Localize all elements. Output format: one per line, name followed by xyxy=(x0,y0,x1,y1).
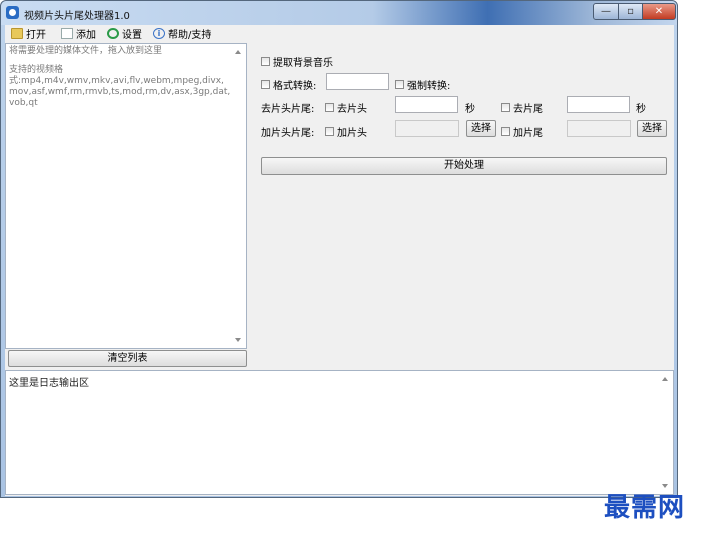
extract-bgm-label: 提取背景音乐 xyxy=(273,58,333,69)
checkbox-box xyxy=(261,57,270,66)
menu-add-label: 添加 xyxy=(76,29,96,41)
add-head-tail-label: 加片头片尾: xyxy=(261,128,315,139)
clear-list-button[interactable]: 清空列表 xyxy=(8,350,247,367)
format-input[interactable] xyxy=(326,73,389,90)
folder-icon xyxy=(11,27,23,39)
minimize-button[interactable]: — xyxy=(593,3,619,20)
watermark-logo: 最需网 xyxy=(604,493,686,523)
menu-settings-label: 设置 xyxy=(122,29,142,41)
remove-tail-label: 去片尾 xyxy=(513,104,543,115)
seconds-unit: 秒 xyxy=(465,104,475,115)
add-tail-label: 加片尾 xyxy=(513,128,543,139)
remove-head-seconds-input[interactable] xyxy=(395,96,458,113)
menu-open-label: 打开 xyxy=(26,29,46,41)
gear-icon xyxy=(107,27,119,39)
remove-tail-checkbox[interactable]: 去片尾 xyxy=(501,100,543,115)
force-convert-checkbox[interactable]: 强制转换: xyxy=(395,77,450,92)
file-list-scrollbar[interactable] xyxy=(232,44,246,348)
menu-settings[interactable]: 设置 xyxy=(107,26,142,41)
start-process-button[interactable]: 开始处理 xyxy=(261,157,667,175)
seconds-unit: 秒 xyxy=(636,104,646,115)
menu-help-label: 帮助/支持 xyxy=(168,29,212,41)
document-icon xyxy=(61,27,73,39)
window-title: 视频片头片尾处理器1.0 xyxy=(24,11,130,22)
checkbox-box xyxy=(501,127,510,136)
close-button[interactable]: ✕ xyxy=(642,3,676,20)
remove-head-tail-label: 去片头片尾: xyxy=(261,104,315,115)
checkbox-box xyxy=(395,80,404,89)
app-icon xyxy=(6,6,19,19)
app-window: 视频片头片尾处理器1.0 — ▫ ✕ 打开 添加 设置 i 帮助/支持 将需要处… xyxy=(0,0,678,498)
menu-bar: 打开 添加 设置 i 帮助/支持 xyxy=(5,25,674,41)
client-area: 将需要处理的媒体文件，拖入放到这里 支持的视频格 式:mp4,m4v,wmv,m… xyxy=(5,41,674,496)
scroll-down-icon[interactable] xyxy=(235,338,241,342)
supported-label: 支持的视频格 xyxy=(9,65,64,75)
format-convert-label: 格式转换: xyxy=(273,81,317,92)
checkbox-box xyxy=(261,80,270,89)
add-tail-file-input xyxy=(567,120,631,137)
title-bar[interactable]: 视频片头片尾处理器1.0 — ▫ ✕ xyxy=(1,1,677,25)
checkbox-box xyxy=(325,103,334,112)
log-scrollbar[interactable] xyxy=(659,371,673,494)
log-output-area[interactable]: 这里是日志输出区 xyxy=(5,370,674,495)
remove-tail-seconds-input[interactable] xyxy=(567,96,630,113)
scroll-up-icon[interactable] xyxy=(235,50,241,54)
extract-bgm-checkbox[interactable]: 提取背景音乐 xyxy=(261,54,333,69)
info-icon: i xyxy=(153,27,165,39)
menu-help[interactable]: i 帮助/支持 xyxy=(153,26,212,41)
supported-formats: 式:mp4,m4v,wmv,mkv,avi,flv,webm,mpeg,divx… xyxy=(9,76,231,108)
remove-head-label: 去片头 xyxy=(337,104,367,115)
add-head-label: 加片头 xyxy=(337,128,367,139)
force-convert-label: 强制转换: xyxy=(407,81,451,92)
format-convert-checkbox[interactable]: 格式转换: xyxy=(261,77,316,92)
scroll-up-icon[interactable] xyxy=(662,377,668,381)
checkbox-box xyxy=(325,127,334,136)
file-drop-list[interactable]: 将需要处理的媒体文件，拖入放到这里 支持的视频格 式:mp4,m4v,wmv,m… xyxy=(5,43,247,349)
log-text: 这里是日志输出区 xyxy=(9,378,89,389)
add-head-file-input xyxy=(395,120,459,137)
menu-add[interactable]: 添加 xyxy=(61,26,96,41)
maximize-button[interactable]: ▫ xyxy=(618,3,643,20)
select-tail-button[interactable]: 选择 xyxy=(637,120,667,137)
menu-open[interactable]: 打开 xyxy=(11,26,46,41)
remove-head-checkbox[interactable]: 去片头 xyxy=(325,100,367,115)
checkbox-box xyxy=(501,103,510,112)
drop-hint: 将需要处理的媒体文件，拖入放到这里 xyxy=(9,46,163,56)
add-tail-checkbox[interactable]: 加片尾 xyxy=(501,124,543,139)
add-head-checkbox[interactable]: 加片头 xyxy=(325,124,367,139)
select-head-button[interactable]: 选择 xyxy=(466,120,496,137)
file-list-hint: 将需要处理的媒体文件，拖入放到这里 支持的视频格 式:mp4,m4v,wmv,m… xyxy=(9,46,231,109)
